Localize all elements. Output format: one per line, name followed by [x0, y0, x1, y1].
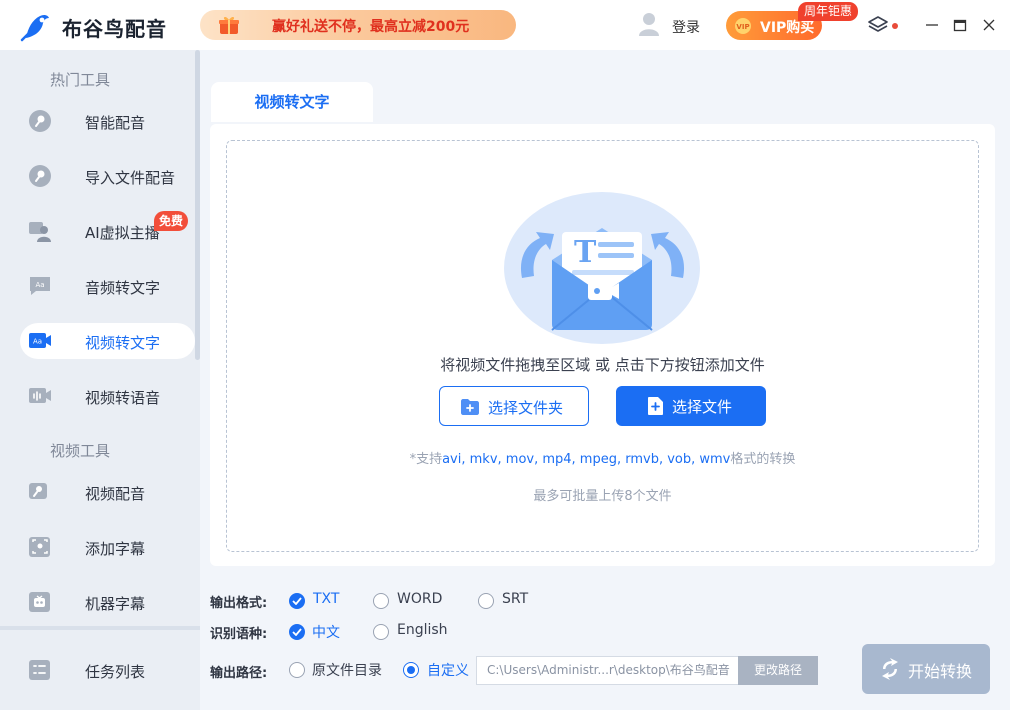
convert-icon	[882, 658, 898, 680]
select-folder-label: 选择文件夹	[488, 399, 564, 417]
video-audio-icon	[29, 388, 51, 403]
output-format-label: 输出格式:	[210, 596, 268, 611]
start-convert-label: 开始转换	[908, 662, 973, 681]
promo-text: 赢好礼送不停，最高立减200元	[272, 19, 470, 35]
login-link[interactable]: 登录	[672, 17, 700, 37]
supported-formats: *支持avi, mkv, mov, mp4, mpeg, rmvb, vob, …	[226, 448, 979, 467]
app-name: 布谷鸟配音	[62, 17, 167, 41]
vip-icon: VIP	[735, 18, 751, 34]
language-chinese-checkbox[interactable]	[289, 624, 305, 640]
drop-hint-text: 将视频文件拖拽至区域 或 点击下方按钮添加文件	[440, 356, 765, 374]
section-title-hot-tools: 热门工具	[50, 71, 111, 89]
mic-icon	[29, 110, 51, 132]
check-icon	[292, 628, 302, 636]
section-title-video-tools: 视频工具	[50, 442, 111, 460]
text-video-icon: Aa	[29, 333, 51, 348]
select-folder-button[interactable]: 选择文件夹	[439, 386, 589, 426]
output-path-field[interactable]: C:\Users\Administr...r\desktop\布谷鸟配音	[476, 656, 738, 685]
upload-limit-text: 最多可批量上传8个文件	[533, 489, 672, 504]
change-path-button[interactable]: 更改路径	[738, 656, 818, 685]
select-file-button[interactable]: 选择文件	[616, 386, 766, 426]
tab-video-to-text[interactable]: 视频转文字	[211, 82, 373, 122]
formats-prefix: *支持	[409, 452, 443, 467]
mic-icon	[29, 165, 51, 187]
language-english-label[interactable]: English	[397, 622, 448, 638]
formats-list: avi, mkv, mov, mp4, mpeg, rmvb, vob, wmv	[442, 452, 731, 467]
sidebar-item-label: 导入文件配音	[85, 169, 176, 187]
sidebar-item-label: 智能配音	[85, 114, 146, 132]
robot-icon	[29, 592, 50, 612]
sidebar-item-label: 视频配音	[85, 485, 146, 503]
layers-icon[interactable]	[868, 16, 888, 34]
format-word-label[interactable]: WORD	[397, 591, 442, 607]
format-txt-checkbox[interactable]	[289, 593, 305, 609]
format-word-radio[interactable]	[373, 593, 389, 609]
avatar-host-icon	[29, 222, 51, 242]
task-list-label: 任务列表	[85, 663, 146, 681]
user-avatar-icon[interactable]	[638, 12, 660, 36]
sidebar-item-label: 添加字幕	[85, 540, 146, 558]
formats-suffix: 格式的转换	[730, 452, 796, 467]
task-list-icon	[29, 660, 50, 680]
format-txt-label[interactable]: TXT	[313, 591, 339, 607]
start-convert-button[interactable]: 开始转换	[862, 644, 990, 694]
sidebar-item-label: 视频转语音	[85, 389, 161, 407]
promo-banner[interactable]: 赢好礼送不停，最高立减200元	[200, 10, 516, 40]
sidebar-item-label: 机器字幕	[85, 595, 146, 613]
maximize-icon[interactable]	[952, 17, 968, 33]
path-custom-label[interactable]: 自定义	[427, 660, 469, 680]
vip-promo-badge: 周年钜惠	[798, 2, 859, 21]
language-label: 识别语种:	[210, 627, 268, 642]
video-mic-icon	[29, 483, 47, 499]
sidebar-item-label: 音频转文字	[85, 279, 161, 297]
text-audio-icon: Aa	[30, 277, 50, 295]
upload-illustration-icon: T	[504, 192, 700, 344]
sidebar-divider	[0, 626, 200, 630]
format-srt-label[interactable]: SRT	[502, 591, 528, 607]
path-original-label[interactable]: 原文件目录	[312, 660, 382, 680]
folder-add-icon	[461, 399, 479, 415]
svg-text:T: T	[574, 235, 597, 270]
svg-text:Aa: Aa	[35, 281, 44, 289]
sidebar-item-label: AI虚拟主播	[85, 224, 160, 242]
svg-text:VIP: VIP	[736, 23, 749, 31]
language-english-radio[interactable]	[373, 624, 389, 640]
gift-icon	[219, 16, 239, 34]
select-file-label: 选择文件	[672, 398, 733, 416]
file-add-icon	[648, 397, 663, 415]
close-icon[interactable]	[981, 17, 997, 33]
sidebar-scrollbar[interactable]	[195, 50, 200, 360]
subtitle-icon	[29, 537, 50, 557]
output-path-label: 输出路径:	[210, 666, 268, 681]
title-bar: 布谷鸟配音 赢好礼送不停，最高立减200元 登录 VIP VIP购买 周年钜惠	[0, 0, 1010, 50]
sidebar-item-label: 视频转文字	[85, 334, 161, 352]
path-custom-radio[interactable]	[403, 662, 419, 678]
app-logo-icon	[20, 14, 49, 42]
notification-dot	[892, 23, 898, 29]
check-icon	[292, 597, 302, 605]
language-chinese-label[interactable]: 中文	[312, 622, 340, 642]
path-original-radio[interactable]	[289, 662, 305, 678]
svg-text:Aa: Aa	[33, 338, 42, 346]
minimize-icon[interactable]	[924, 17, 940, 33]
free-badge: 免费	[154, 211, 189, 231]
format-srt-radio[interactable]	[478, 593, 494, 609]
